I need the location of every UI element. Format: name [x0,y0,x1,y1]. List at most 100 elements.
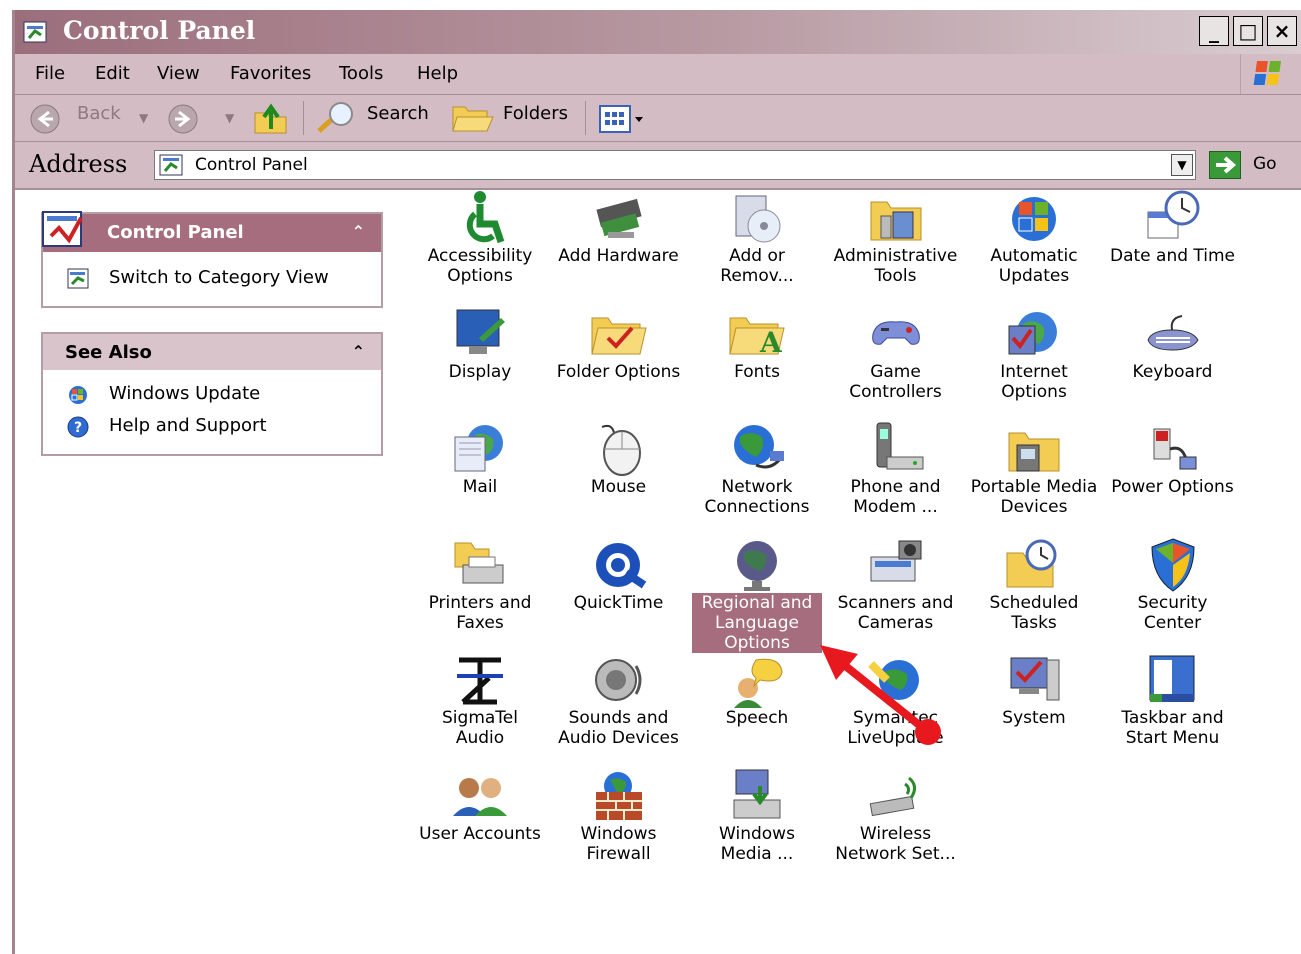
back-dropdown-icon[interactable]: ▼ [139,111,148,125]
control-panel-item-scheduled-tasks[interactable]: Scheduled Tasks [969,535,1099,633]
control-panel-item-mouse[interactable]: Mouse [554,419,684,497]
address-dropdown-icon[interactable]: ▼ [1171,154,1193,176]
folders-icon[interactable] [451,101,495,135]
windows-update-icon [67,384,89,406]
menu-edit[interactable]: Edit [95,63,130,84]
item-label: Windows Media ... [719,823,795,864]
control-panel-item-accessibility[interactable]: Accessibility Options [415,188,545,286]
address-field[interactable]: Control Panel ▼ [154,150,1196,180]
close-button[interactable]: × [1267,16,1297,46]
control-panel-icon [39,206,97,252]
control-panel-item-power-options[interactable]: Power Options [1108,419,1238,497]
control-panel-window: Control Panel _ □ × File Edit View Favor… [12,10,1301,954]
control-panel-item-fonts[interactable]: A Fonts [692,304,822,382]
automatic-updates-icon [1003,188,1065,250]
collapse-chevron-icon[interactable]: ⌃ [352,222,365,241]
control-panel-item-folder-options[interactable]: Folder Options [554,304,684,382]
control-panel-item-scanners-cameras[interactable]: Scanners and Cameras [831,535,961,633]
item-label: Network Connections [704,477,810,517]
control-panel-item-sigmatel-audio[interactable]: SigmaTel Audio [415,650,545,748]
forward-arrow-icon[interactable] [167,103,199,135]
control-panel-item-speech[interactable]: Speech [692,650,822,728]
control-panel-item-internet-options[interactable]: Internet Options [969,304,1099,402]
control-panel-item-quicktime[interactable]: QuickTime [554,535,684,613]
menu-favorites[interactable]: Favorites [230,63,311,84]
item-label: Administrative Tools [833,246,958,286]
item-label: Windows Firewall [580,823,657,864]
control-panel-item-network-connections[interactable]: Network Connections [692,419,822,517]
control-panel-item-windows-firewall[interactable]: Windows Firewall [554,766,684,864]
control-panel-item-keyboard[interactable]: Keyboard [1108,304,1238,382]
up-folder-icon[interactable] [253,101,289,135]
item-label: Automatic Updates [990,246,1078,286]
control-panel-item-mail[interactable]: Mail [415,419,545,497]
forward-dropdown-icon[interactable]: ▼ [225,111,234,125]
security-center-icon [1142,535,1204,597]
menu-tools[interactable]: Tools [339,63,383,84]
menu-file[interactable]: File [35,63,65,84]
help-and-support-label: Help and Support [109,415,267,436]
item-label: Regional and Language Options [692,592,822,653]
maximize-button[interactable]: □ [1233,16,1263,46]
regional-language-icon [726,535,788,597]
control-panel-item-system[interactable]: System [969,650,1099,728]
control-panel-item-wireless-network[interactable]: Wireless Network Set... [831,766,961,864]
mouse-icon [588,419,650,481]
menu-view[interactable]: View [157,63,200,84]
search-icon[interactable] [315,101,359,135]
user-accounts-icon [449,766,511,828]
mail-icon [449,419,511,481]
control-panel-item-administrative-tools[interactable]: Administrative Tools [831,188,961,286]
phone-modem-icon [865,419,927,481]
see-also-pane-header[interactable]: See Also ⌃ [43,334,381,370]
scanners-cameras-icon [865,535,927,597]
control-panel-item-symantec-liveupdate[interactable]: Symantec LiveUpdate [831,650,961,748]
toolbar-separator [303,101,304,135]
svg-text:?: ? [74,420,82,436]
item-label: Wireless Network Set... [835,823,956,864]
item-label: Game Controllers [849,361,942,402]
control-panel-item-date-time[interactable]: Date and Time [1108,188,1238,266]
control-panel-item-display[interactable]: Display [415,304,545,382]
menu-bar: File Edit View Favorites Tools Help [15,54,1301,95]
control-panel-pane-header[interactable]: Control Panel ⌃ [42,211,381,252]
minimize-button[interactable]: _ [1199,16,1229,46]
help-icon: ? [67,416,89,438]
views-icon[interactable] [599,105,647,133]
back-button[interactable]: Back [77,103,121,124]
control-panel-item-phone-modem[interactable]: Phone and Modem ... [831,419,961,517]
control-panel-item-add-hardware[interactable]: Add Hardware [554,188,684,266]
control-panel-item-taskbar-start-menu[interactable]: Taskbar and Start Menu [1108,650,1238,748]
internet-options-icon [1003,304,1065,366]
control-panel-item-user-accounts[interactable]: User Accounts [415,766,545,844]
menu-help[interactable]: Help [417,63,458,84]
control-panel-item-printers-faxes[interactable]: Printers and Faxes [415,535,545,633]
item-label: Accessibility Options [427,246,533,286]
search-button[interactable]: Search [367,103,429,124]
control-panel-item-security-center[interactable]: Security Center [1108,535,1238,633]
back-arrow-icon[interactable] [29,103,61,135]
folders-button[interactable]: Folders [503,103,568,124]
control-panel-item-automatic-updates[interactable]: Automatic Updates [969,188,1099,286]
network-connections-icon [726,419,788,481]
taskbar-start-menu-icon [1142,650,1204,712]
go-arrow-icon[interactable] [1209,151,1241,179]
control-panel-item-sounds-audio[interactable]: Sounds and Audio Devices [554,650,684,748]
control-panel-task-pane: Control Panel ⌃ Switch to Category View [41,211,383,308]
item-label: Scanners and Cameras [837,592,954,633]
item-label: Security Center [1137,592,1208,633]
add-hardware-icon [588,188,650,250]
sigmatel-audio-icon [449,650,511,712]
sounds-audio-icon [588,650,650,712]
control-panel-item-regional-language[interactable]: Regional and Language Options [692,535,822,653]
control-panel-item-game-controllers[interactable]: Game Controllers [831,304,961,402]
collapse-chevron-icon[interactable]: ⌃ [352,342,365,361]
item-label: Phone and Modem ... [850,477,941,517]
control-panel-item-add-remove-programs[interactable]: Add or Remov... [692,188,822,286]
add-remove-programs-icon [726,188,788,250]
title-bar[interactable]: Control Panel _ □ × [15,10,1301,54]
go-button[interactable]: Go [1253,154,1277,174]
speech-icon [726,650,788,712]
control-panel-item-windows-media[interactable]: Windows Media ... [692,766,822,864]
control-panel-item-portable-media[interactable]: Portable Media Devices [969,419,1099,517]
